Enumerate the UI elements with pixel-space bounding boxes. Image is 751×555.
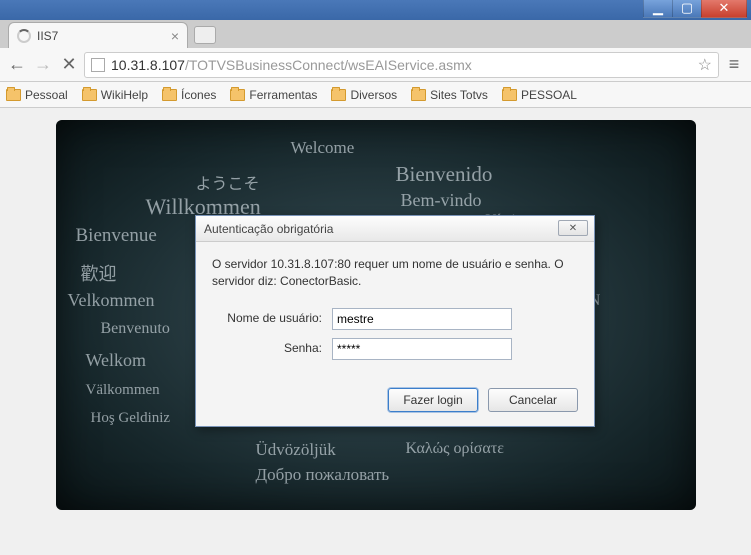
- forward-button[interactable]: →: [32, 54, 54, 76]
- folder-icon: [331, 89, 346, 101]
- browser-menu-button[interactable]: ≡: [723, 54, 745, 76]
- bookmark-star-icon[interactable]: ☆: [698, 55, 712, 75]
- dialog-footer: Fazer login Cancelar: [196, 378, 594, 426]
- folder-icon: [230, 89, 245, 101]
- bookmark-item[interactable]: Ícones: [162, 88, 216, 102]
- loading-spinner-icon: [17, 29, 31, 43]
- window-controls: ▁ ▢ ✕: [644, 0, 747, 18]
- url-host: 10.31.8.107: [111, 57, 185, 73]
- welcome-word: Benvenuto: [101, 320, 170, 338]
- page-icon: [91, 58, 105, 72]
- bookmark-item[interactable]: Diversos: [331, 88, 397, 102]
- dialog-titlebar: Autenticação obrigatória ✕: [196, 216, 594, 242]
- username-input[interactable]: [332, 308, 512, 330]
- bookmark-label: WikiHelp: [101, 88, 148, 102]
- bookmark-label: Sites Totvs: [430, 88, 488, 102]
- welcome-word: Bem-vindo: [401, 190, 482, 211]
- welcome-word: Bienvenue: [76, 225, 157, 247]
- welcome-word: Üdvözöljük: [256, 440, 336, 460]
- bookmark-label: PESSOAL: [521, 88, 577, 102]
- welcome-word: Welkom: [86, 350, 147, 371]
- url-text: 10.31.8.107/TOTVSBusinessConnect/wsEAISe…: [111, 57, 692, 73]
- stop-reload-button[interactable]: ✕: [58, 54, 80, 76]
- welcome-word: 歡迎: [81, 260, 117, 286]
- window-maximize-button[interactable]: ▢: [672, 0, 702, 18]
- dialog-close-button[interactable]: ✕: [558, 220, 588, 236]
- dialog-body: O servidor 10.31.8.107:80 requer um nome…: [196, 242, 594, 378]
- welcome-word: Добро пожаловать: [256, 465, 390, 485]
- folder-icon: [162, 89, 177, 101]
- welcome-word: Καλώς ορίσατε: [406, 440, 504, 458]
- welcome-word: Welcome: [291, 138, 355, 158]
- bookmark-label: Pessoal: [25, 88, 68, 102]
- back-button[interactable]: ←: [6, 54, 28, 76]
- tab-title: IIS7: [37, 29, 165, 43]
- welcome-word: Velkommen: [68, 290, 155, 311]
- browser-toolbar: ← → ✕ 10.31.8.107/TOTVSBusinessConnect/w…: [0, 48, 751, 82]
- window-titlebar: ▁ ▢ ✕: [0, 0, 751, 20]
- bookmark-item[interactable]: WikiHelp: [82, 88, 148, 102]
- welcome-word: ようこそ: [196, 170, 260, 194]
- address-bar[interactable]: 10.31.8.107/TOTVSBusinessConnect/wsEAISe…: [84, 52, 719, 78]
- password-label: Senha:: [212, 340, 332, 357]
- folder-icon: [411, 89, 426, 101]
- new-tab-button[interactable]: [194, 26, 216, 44]
- tab-strip: IIS7 ×: [0, 20, 751, 48]
- username-label: Nome de usuário:: [212, 310, 332, 327]
- bookmark-item[interactable]: Pessoal: [6, 88, 68, 102]
- folder-icon: [502, 89, 517, 101]
- window-close-button[interactable]: ✕: [701, 0, 747, 18]
- folder-icon: [82, 89, 97, 101]
- folder-icon: [6, 89, 21, 101]
- dialog-message: O servidor 10.31.8.107:80 requer um nome…: [212, 256, 578, 290]
- bookmarks-bar: Pessoal WikiHelp Ícones Ferramentas Diversos…: [0, 82, 751, 108]
- bookmark-item[interactable]: Ferramentas: [230, 88, 317, 102]
- password-input[interactable]: [332, 338, 512, 360]
- url-path: /TOTVSBusinessConnect/wsEAIService.asmx: [185, 57, 472, 73]
- bookmark-label: Diversos: [350, 88, 397, 102]
- bookmark-item[interactable]: Sites Totvs: [411, 88, 488, 102]
- bookmark-label: Ferramentas: [249, 88, 317, 102]
- bookmark-item[interactable]: PESSOAL: [502, 88, 577, 102]
- cancel-button[interactable]: Cancelar: [488, 388, 578, 412]
- dialog-title: Autenticação obrigatória: [204, 222, 333, 236]
- bookmark-label: Ícones: [181, 88, 216, 102]
- auth-dialog: Autenticação obrigatória ✕ O servidor 10…: [195, 215, 595, 427]
- window-minimize-button[interactable]: ▁: [643, 0, 673, 18]
- welcome-word: Hoş Geldiniz: [91, 410, 171, 427]
- login-button[interactable]: Fazer login: [388, 388, 478, 412]
- welcome-word: Välkommen: [86, 382, 160, 399]
- welcome-word: Bienvenido: [396, 162, 493, 187]
- browser-tab[interactable]: IIS7 ×: [8, 22, 188, 48]
- tab-close-button[interactable]: ×: [171, 28, 179, 44]
